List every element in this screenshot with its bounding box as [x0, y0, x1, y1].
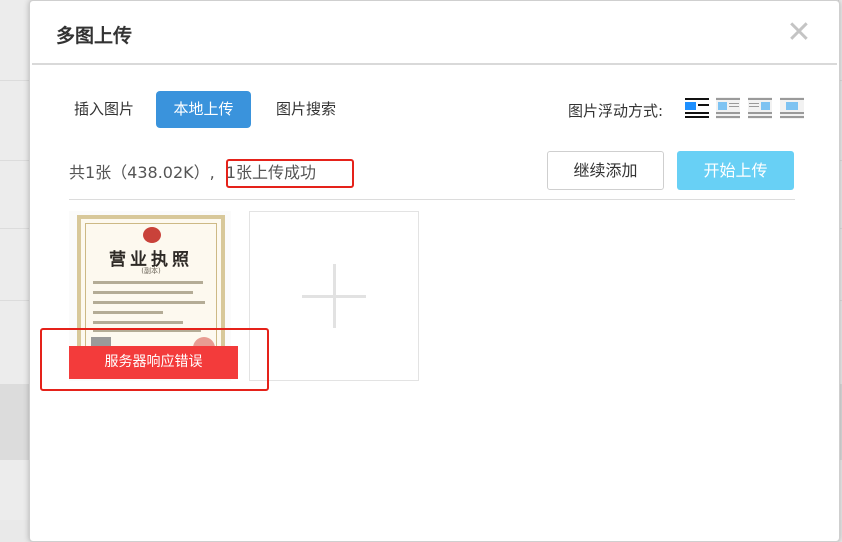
float-left-icon[interactable]: [716, 97, 740, 119]
certificate-text-line: [93, 311, 163, 314]
multi-image-upload-dialog: 多图上传 ✕ 插入图片 本地上传 图片搜索 图片浮动方式: 共1张（438.02…: [29, 0, 840, 542]
annotation-box-status: [226, 159, 354, 188]
certificate-text-line: [93, 321, 183, 324]
tab-local-upload[interactable]: 本地上传: [156, 91, 251, 128]
upload-count: 共1张（438.02K）,: [69, 163, 215, 182]
plus-icon-vertical: [333, 264, 336, 328]
toolbar-divider: [69, 199, 795, 200]
national-emblem-icon: [143, 227, 161, 243]
dialog-header: 多图上传 ✕: [30, 1, 839, 65]
certificate-subtitle: (副本): [141, 267, 161, 275]
certificate-text-line: [93, 301, 205, 304]
header-divider: [32, 63, 837, 65]
certificate-text-line: [93, 291, 193, 294]
tab-image-search[interactable]: 图片搜索: [260, 91, 352, 128]
dialog-title: 多图上传: [56, 25, 133, 47]
float-right-icon[interactable]: [748, 97, 772, 119]
float-center-icon[interactable]: [780, 97, 804, 119]
float-none-icon[interactable]: [685, 97, 709, 119]
close-icon[interactable]: ✕: [785, 18, 813, 48]
continue-add-button[interactable]: 继续添加: [547, 151, 664, 190]
certificate-text-line: [93, 281, 203, 284]
annotation-box-error: [40, 328, 269, 391]
tab-insert-image[interactable]: 插入图片: [58, 91, 150, 128]
add-image-tile[interactable]: [249, 211, 419, 381]
start-upload-button[interactable]: 开始上传: [677, 151, 794, 190]
float-mode-label: 图片浮动方式:: [568, 102, 664, 120]
